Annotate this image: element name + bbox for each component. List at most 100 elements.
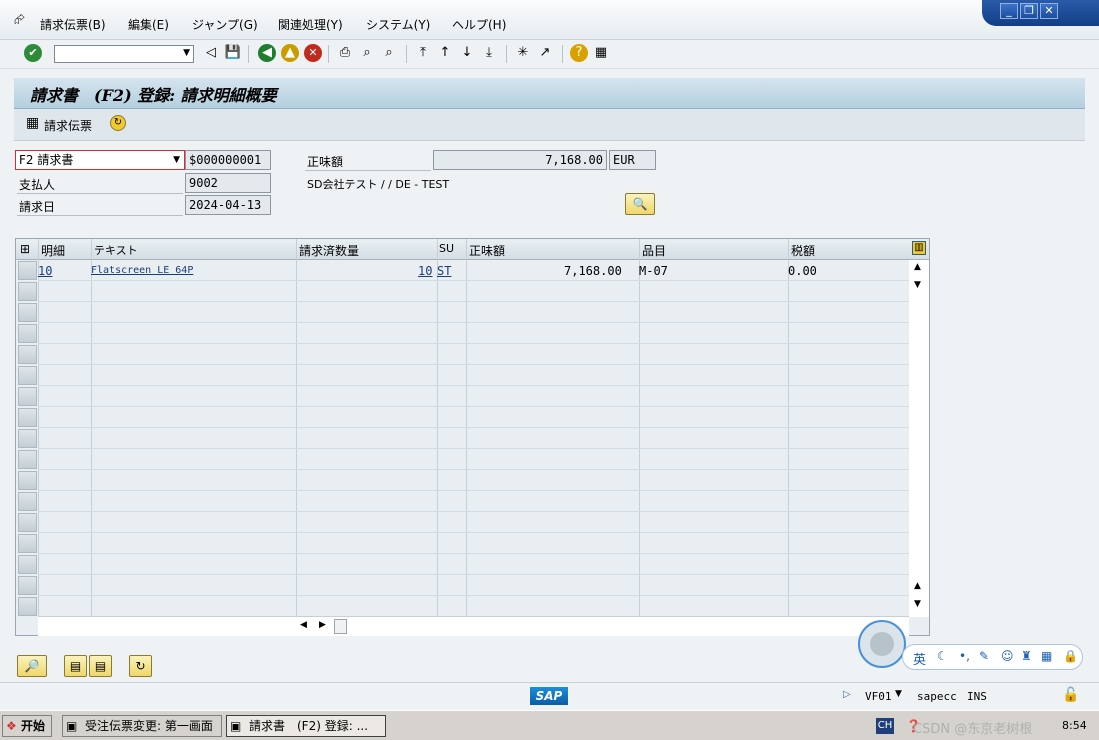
payer-field[interactable]: 9002 [185, 173, 271, 193]
row-selector[interactable] [18, 366, 37, 385]
col-header-text[interactable]: テキスト [94, 242, 138, 258]
task-sales-order[interactable]: ▣ 受注伝票変更: 第一画面 [62, 715, 222, 737]
close-icon[interactable]: ✕ [1040, 3, 1058, 19]
save-icon[interactable]: 💾 [224, 44, 242, 62]
cell-qty[interactable]: 10 [418, 264, 432, 278]
shortcut-icon[interactable]: ↗ [536, 44, 554, 62]
chevron-down-icon[interactable]: ▼ [173, 151, 180, 169]
menu-edit[interactable]: 編集(E) [128, 16, 169, 33]
scroll-thumb[interactable] [334, 619, 347, 634]
next-page-icon[interactable]: ↓ [458, 44, 476, 62]
wrench-icon[interactable]: ✎ [979, 649, 989, 663]
row-selector[interactable] [18, 492, 37, 511]
punctuation-icon[interactable]: •, [959, 649, 970, 663]
col-header-su[interactable]: SU [439, 242, 454, 255]
col-header-tax[interactable]: 税額 [791, 242, 815, 259]
cell-text[interactable]: Flatscreen LE 64P [91, 265, 193, 276]
layout-menu-icon[interactable]: ▦ [592, 44, 610, 62]
row-selector[interactable] [18, 429, 37, 448]
billing-date-field[interactable]: 2024-04-13 [185, 195, 271, 215]
enter-icon[interactable]: ✔ [24, 44, 42, 62]
menu-jump[interactable]: ジャンプ(G) [192, 16, 258, 33]
horizontal-scrollbar[interactable]: ◀ ▶ [38, 616, 909, 636]
net-value-field[interactable]: 7,168.00 [433, 150, 607, 170]
previous-page-icon[interactable]: ↑ [436, 44, 454, 62]
doc-number-field[interactable]: $000000001 [185, 150, 271, 170]
start-button[interactable]: ❖ 开始 [2, 715, 52, 737]
row-selector[interactable] [18, 261, 37, 280]
menu-system[interactable]: システム(Y) [366, 16, 430, 33]
refresh-icon[interactable]: ↻ [110, 115, 126, 131]
last-page-icon[interactable]: ⤓ [480, 44, 498, 62]
row-selector[interactable] [18, 324, 37, 343]
ime-widget[interactable]: 英 ☾ •, ✎ ☺ ♜ ▦ 🔒 [858, 620, 1083, 672]
row-selector[interactable] [18, 534, 37, 553]
row-selector[interactable] [18, 450, 37, 469]
scroll-up-icon[interactable]: ▲ [914, 262, 921, 272]
cancel-icon[interactable]: ✕ [304, 44, 322, 62]
tcode-dropdown-icon[interactable]: ▼ [895, 689, 902, 699]
lock-icon[interactable]: 🔒 [1063, 649, 1078, 663]
scroll-right-icon[interactable]: ▶ [319, 620, 326, 630]
grid-icon[interactable]: ▦ [1041, 649, 1052, 663]
header-button[interactable]: ▤ [64, 655, 87, 677]
col-header-item[interactable]: 明細 [41, 242, 65, 259]
row-selector[interactable] [18, 555, 37, 574]
back-icon[interactable]: ◀ [258, 44, 276, 62]
display-document-flow-button[interactable]: 🔍 [625, 193, 655, 215]
cell-item[interactable]: 10 [38, 264, 52, 278]
print-icon[interactable]: ⎙ [336, 44, 354, 62]
back-arrow-icon[interactable]: ◁ [202, 44, 220, 62]
details-button[interactable]: 🔎 [17, 655, 47, 677]
item-button[interactable]: ▤ [89, 655, 112, 677]
col-header-net-value[interactable]: 正味額 [469, 242, 505, 259]
row-selector[interactable] [18, 576, 37, 595]
scroll-page-up-icon[interactable]: ▲ [914, 581, 921, 591]
row-selector[interactable] [18, 408, 37, 427]
menu-help[interactable]: ヘルプ(H) [452, 16, 506, 33]
refresh-button[interactable]: ↻ [129, 655, 152, 677]
chevron-down-icon[interactable]: ▼ [183, 48, 190, 58]
row-selector[interactable] [18, 471, 37, 490]
col-header-billed-qty[interactable]: 請求済数量 [299, 242, 359, 259]
row-selector[interactable] [18, 303, 37, 322]
padlock-icon[interactable]: 🔓 [1062, 687, 1079, 703]
smiley-icon[interactable]: ☺ [1001, 649, 1014, 663]
task-billing[interactable]: ▣ 請求書 (F2) 登録: ... [226, 715, 386, 737]
menu-environment[interactable]: 関連処理(Y) [278, 16, 343, 33]
exit-icon[interactable]: ▲ [281, 44, 299, 62]
row-selector[interactable] [18, 513, 37, 532]
row-selector[interactable] [18, 597, 37, 616]
command-field[interactable]: ▼ [54, 45, 194, 63]
table-icon[interactable]: ▦ [26, 115, 39, 131]
billing-docs-button[interactable]: 請求伝票 [44, 117, 92, 134]
table-settings-icon[interactable]: ▥ [912, 241, 926, 255]
row-selector[interactable] [18, 282, 37, 301]
find-icon[interactable]: ⌕ [358, 44, 376, 62]
lang-indicator[interactable]: CH [876, 718, 894, 734]
currency-field[interactable]: EUR [609, 150, 656, 170]
select-all-icon[interactable]: ⊞ [20, 242, 30, 256]
new-session-icon[interactable]: ✳ [514, 44, 532, 62]
row-selector[interactable] [18, 345, 37, 364]
find-next-icon[interactable]: ⌕ [380, 44, 398, 62]
ime-lang-label[interactable]: 英 [913, 649, 926, 668]
row-selector[interactable] [18, 387, 37, 406]
cell-su[interactable]: ST [437, 264, 451, 278]
scroll-left-icon[interactable]: ◀ [300, 620, 307, 630]
shirt-icon[interactable]: ♜ [1021, 649, 1032, 663]
mode-text[interactable]: INS [967, 690, 987, 703]
col-header-material[interactable]: 品目 [642, 242, 666, 259]
status-expand-icon[interactable]: ▷ [843, 689, 851, 700]
maximize-icon[interactable]: ❐ [1020, 3, 1038, 19]
first-page-icon[interactable]: ⤒ [414, 44, 432, 62]
scroll-down-icon[interactable]: ▼ [914, 280, 921, 290]
vertical-scrollbar[interactable]: ▲ ▼ ▲ ▼ [909, 260, 929, 617]
help-icon[interactable]: ? [570, 44, 588, 62]
doc-type-select[interactable]: F2 請求書 ▼ [15, 150, 185, 170]
moon-icon[interactable]: ☾ [937, 649, 948, 663]
ime-avatar-icon[interactable] [858, 620, 906, 668]
menu-shortcut-icon[interactable]: ⮳ [14, 12, 25, 28]
minimize-icon[interactable]: _ [1000, 3, 1018, 19]
scroll-page-down-icon[interactable]: ▼ [914, 599, 921, 609]
